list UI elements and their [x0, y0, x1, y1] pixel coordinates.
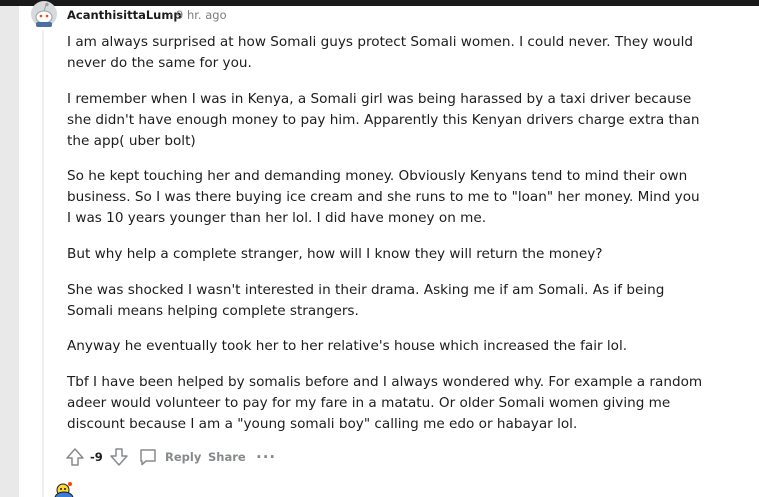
comment-paragraph: Anyway he eventually took her to her rel… — [67, 338, 628, 354]
comment-paragraph: But why help a complete stranger, how wi… — [67, 246, 603, 262]
reply-button[interactable]: Reply — [138, 444, 201, 470]
reply-avatar-icon[interactable] — [49, 480, 79, 497]
comment-paragraph: I am always surprised at how Somali guys… — [67, 34, 694, 71]
top-bar — [0, 0, 759, 6]
downvote-button[interactable] — [108, 444, 130, 470]
reply-label: Reply — [165, 450, 202, 464]
comment-bubble-icon — [140, 449, 156, 466]
thread-line[interactable] — [42, 30, 44, 497]
left-gutter — [0, 6, 19, 497]
share-label: Share — [208, 450, 246, 464]
comment-paragraph: I remember when I was in Kenya, a Somali… — [67, 91, 700, 149]
upvote-button[interactable] — [64, 444, 86, 470]
comment-paragraph: Tbf I have been helped by somalis before… — [67, 374, 703, 432]
comment-paragraph: She was shocked I wasn't interested in t… — [67, 282, 665, 319]
comment-paragraph: So he kept touching her and demanding mo… — [67, 168, 700, 226]
share-button[interactable]: Share — [208, 444, 246, 470]
comment-timestamp[interactable]: 9 hr. ago — [176, 8, 227, 22]
meta-separator: · — [169, 8, 173, 22]
more-options-icon[interactable]: ··· — [256, 444, 276, 470]
comment-author[interactable]: AcanthisittaLump — [67, 8, 182, 22]
vote-score: -9 — [90, 450, 103, 464]
downvote-arrow-icon — [110, 448, 128, 466]
upvote-arrow-icon — [66, 448, 84, 466]
user-avatar-icon[interactable] — [30, 0, 58, 28]
